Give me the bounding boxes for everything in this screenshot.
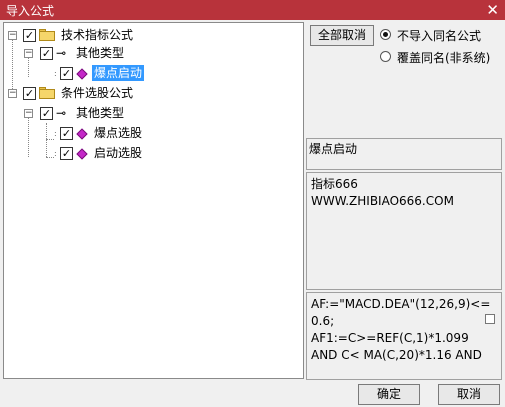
- node-label: 启动选股: [94, 146, 143, 160]
- node-label: 爆点启动: [92, 65, 145, 81]
- node-checkbox[interactable]: ✓: [60, 67, 73, 80]
- radio-overwrite[interactable]: [380, 51, 391, 62]
- collapse-icon[interactable]: −: [24, 109, 33, 118]
- description-line: 指标666: [311, 177, 358, 191]
- description-box: 指标666 WWW.ZHIBIAO666.COM: [306, 172, 502, 290]
- node-label: 爆点选股: [94, 126, 143, 140]
- formula-code-box[interactable]: AF:="MACD.DEA"(12,26,9)<= 0.6; AF1:=C>=R…: [306, 292, 502, 380]
- cancel-button[interactable]: 取消: [438, 384, 500, 405]
- node-label: 其他类型: [76, 106, 125, 120]
- collapse-icon[interactable]: −: [24, 49, 33, 58]
- tree-connector: :: [54, 129, 57, 138]
- node-label: 其他类型: [76, 46, 125, 60]
- tree-node-formula[interactable]: : ✓ 爆点启动: [4, 65, 204, 83]
- tree-node-formula[interactable]: : ✓ 启动选股: [4, 145, 204, 163]
- title-bar: 导入公式 ✕: [0, 0, 505, 20]
- tree-connector: :: [54, 69, 57, 78]
- code-checkbox[interactable]: [485, 314, 495, 324]
- tree-node-other-types-2[interactable]: − ✓ ⊸ 其他类型: [4, 105, 204, 123]
- node-checkbox[interactable]: ✓: [23, 29, 36, 42]
- formula-gem-icon: [76, 68, 88, 80]
- window-title: 导入公式: [6, 4, 55, 18]
- tree-node-other-types[interactable]: − ✓ ⊸ 其他类型: [4, 45, 204, 63]
- code-line: AF1:=C>=REF(C,1)*1.099: [311, 331, 469, 345]
- code-line: 0.6;: [311, 314, 335, 328]
- formula-gem-icon: [76, 148, 88, 160]
- node-checkbox[interactable]: ✓: [40, 47, 53, 60]
- code-line: AF:="MACD.DEA"(12,26,9)<=: [311, 297, 491, 311]
- node-checkbox[interactable]: ✓: [60, 127, 73, 140]
- node-label: 条件选股公式: [61, 86, 134, 100]
- formula-gem-icon: [76, 128, 88, 140]
- radio-no-import[interactable]: [380, 29, 391, 40]
- cancel-all-button[interactable]: 全部取消: [310, 25, 374, 46]
- key-icon: ⊸: [56, 46, 67, 60]
- folder-icon: [39, 87, 55, 99]
- key-icon: ⊸: [56, 106, 67, 120]
- close-icon[interactable]: ✕: [486, 0, 499, 20]
- node-checkbox[interactable]: ✓: [40, 107, 53, 120]
- tree-node-tech-indicators[interactable]: − ✓ 技术指标公式: [4, 27, 204, 45]
- tree-node-stock-picking[interactable]: − ✓ 条件选股公式: [4, 85, 204, 103]
- node-checkbox[interactable]: ✓: [23, 87, 36, 100]
- code-line: AND C< MA(C,20)*1.16 AND: [311, 348, 482, 362]
- tree-node-formula[interactable]: : ✓ 爆点选股: [4, 125, 204, 143]
- folder-icon: [39, 29, 55, 41]
- node-checkbox[interactable]: ✓: [60, 147, 73, 160]
- radio-overwrite-label[interactable]: 覆盖同名(非系统): [397, 49, 490, 66]
- collapse-icon[interactable]: −: [8, 89, 17, 98]
- collapse-icon[interactable]: −: [8, 31, 17, 40]
- description-line: WWW.ZHIBIAO666.COM: [311, 194, 454, 208]
- node-label: 技术指标公式: [61, 28, 134, 42]
- formula-tree[interactable]: − ✓ 技术指标公式 − ✓ ⊸ 其他类型 : ✓ 爆点启动 − ✓ 条件选股公…: [3, 22, 304, 379]
- formula-name-box: 爆点启动: [306, 138, 502, 170]
- radio-no-import-label[interactable]: 不导入同名公式: [397, 27, 481, 44]
- ok-button[interactable]: 确定: [358, 384, 420, 405]
- tree-connector: :: [54, 149, 57, 158]
- formula-name: 爆点启动: [309, 142, 358, 156]
